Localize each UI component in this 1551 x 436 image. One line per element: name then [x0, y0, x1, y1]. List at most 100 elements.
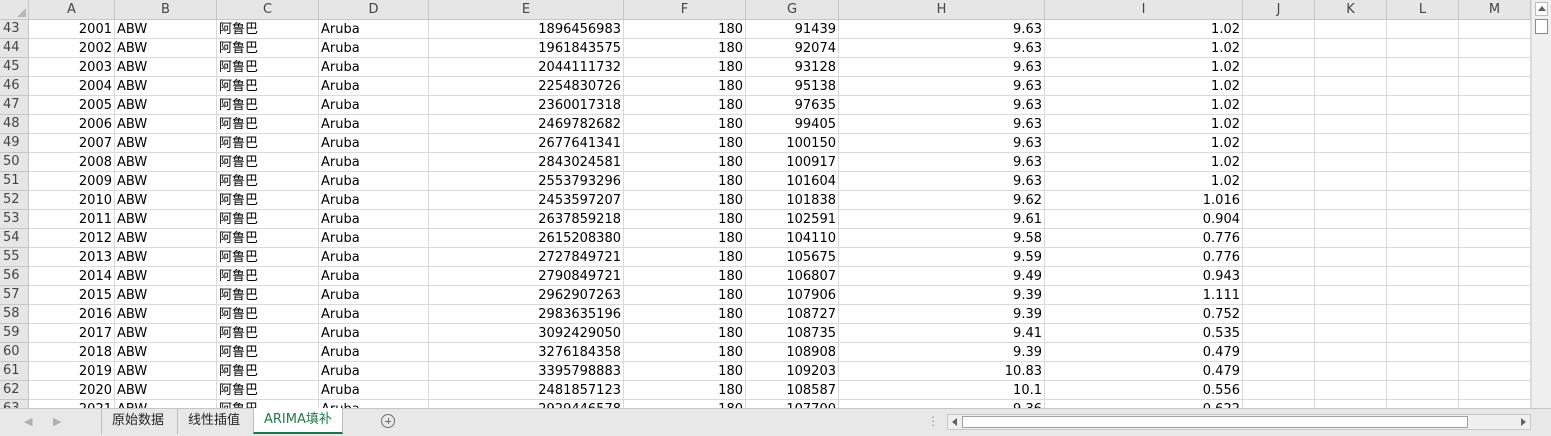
cell-f[interactable]: 180: [624, 77, 746, 96]
cell-g[interactable]: 107906: [746, 286, 839, 305]
row-header[interactable]: 57: [0, 286, 29, 305]
cell-b[interactable]: ABW: [115, 153, 217, 172]
cell-c[interactable]: 阿鲁巴: [217, 172, 319, 191]
add-sheet-icon[interactable]: [381, 414, 395, 428]
cell-f[interactable]: 180: [624, 96, 746, 115]
cell-k[interactable]: [1315, 286, 1387, 305]
cell-k[interactable]: [1315, 172, 1387, 191]
cell-c[interactable]: 阿鲁巴: [217, 362, 319, 381]
cell-h[interactable]: 9.63: [839, 153, 1045, 172]
cell-k[interactable]: [1315, 305, 1387, 324]
row-header[interactable]: 58: [0, 305, 29, 324]
cell-m[interactable]: [1459, 77, 1531, 96]
cell-i[interactable]: 0.776: [1045, 229, 1243, 248]
cell-m[interactable]: [1459, 248, 1531, 267]
cell-b[interactable]: ABW: [115, 134, 217, 153]
cell-k[interactable]: [1315, 400, 1387, 408]
cell-k[interactable]: [1315, 324, 1387, 343]
row-header[interactable]: 43: [0, 20, 29, 39]
cell-h[interactable]: 9.62: [839, 191, 1045, 210]
cell-b[interactable]: ABW: [115, 362, 217, 381]
cell-i[interactable]: 1.02: [1045, 172, 1243, 191]
cell-h[interactable]: 9.36: [839, 400, 1045, 408]
cell-f[interactable]: 180: [624, 229, 746, 248]
cell-b[interactable]: ABW: [115, 77, 217, 96]
cell-h[interactable]: 9.39: [839, 343, 1045, 362]
cell-l[interactable]: [1387, 172, 1459, 191]
cell-d[interactable]: Aruba: [319, 324, 429, 343]
cell-h[interactable]: 9.63: [839, 134, 1045, 153]
cell-e[interactable]: 3092429050: [429, 324, 624, 343]
cell-m[interactable]: [1459, 343, 1531, 362]
cell-j[interactable]: [1243, 77, 1315, 96]
cell-k[interactable]: [1315, 134, 1387, 153]
cell-a[interactable]: 2015: [29, 286, 115, 305]
cell-m[interactable]: [1459, 267, 1531, 286]
scroll-up-arrow-icon[interactable]: [1535, 2, 1548, 16]
cell-l[interactable]: [1387, 305, 1459, 324]
cell-k[interactable]: [1315, 229, 1387, 248]
cell-k[interactable]: [1315, 153, 1387, 172]
cell-k[interactable]: [1315, 210, 1387, 229]
cell-a[interactable]: 2010: [29, 191, 115, 210]
cell-h[interactable]: 9.63: [839, 172, 1045, 191]
cell-h[interactable]: 10.1: [839, 381, 1045, 400]
cell-g[interactable]: 104110: [746, 229, 839, 248]
cell-f[interactable]: 180: [624, 153, 746, 172]
cell-m[interactable]: [1459, 153, 1531, 172]
row-header[interactable]: 50: [0, 153, 29, 172]
row-header[interactable]: 60: [0, 343, 29, 362]
cell-a[interactable]: 2014: [29, 267, 115, 286]
cell-m[interactable]: [1459, 191, 1531, 210]
cell-j[interactable]: [1243, 39, 1315, 58]
sheet-next-arrow-icon[interactable]: ▶: [53, 415, 61, 428]
cell-m[interactable]: [1459, 172, 1531, 191]
cell-j[interactable]: [1243, 20, 1315, 39]
cell-c[interactable]: 阿鲁巴: [217, 400, 319, 408]
cell-e[interactable]: 2360017318: [429, 96, 624, 115]
cell-i[interactable]: 1.02: [1045, 115, 1243, 134]
cell-h[interactable]: 9.63: [839, 39, 1045, 58]
cell-i[interactable]: 1.02: [1045, 96, 1243, 115]
cell-i[interactable]: 0.479: [1045, 343, 1243, 362]
cell-j[interactable]: [1243, 153, 1315, 172]
cell-d[interactable]: Aruba: [319, 210, 429, 229]
cell-b[interactable]: ABW: [115, 39, 217, 58]
cell-h[interactable]: 9.63: [839, 20, 1045, 39]
cell-d[interactable]: Aruba: [319, 305, 429, 324]
cell-b[interactable]: ABW: [115, 267, 217, 286]
cell-g[interactable]: 100917: [746, 153, 839, 172]
cell-h[interactable]: 9.63: [839, 58, 1045, 77]
cell-g[interactable]: 108908: [746, 343, 839, 362]
column-header-k[interactable]: K: [1315, 0, 1387, 19]
cell-e[interactable]: 2615208380: [429, 229, 624, 248]
cell-m[interactable]: [1459, 381, 1531, 400]
cell-b[interactable]: ABW: [115, 191, 217, 210]
cell-e[interactable]: 2843024581: [429, 153, 624, 172]
cell-a[interactable]: 2017: [29, 324, 115, 343]
column-header-l[interactable]: L: [1387, 0, 1459, 19]
cell-k[interactable]: [1315, 381, 1387, 400]
row-header[interactable]: 47: [0, 96, 29, 115]
cell-j[interactable]: [1243, 381, 1315, 400]
cell-i[interactable]: 1.02: [1045, 153, 1243, 172]
row-header[interactable]: 52: [0, 191, 29, 210]
cell-j[interactable]: [1243, 343, 1315, 362]
cell-l[interactable]: [1387, 286, 1459, 305]
column-header-d[interactable]: D: [319, 0, 429, 19]
cell-h[interactable]: 9.63: [839, 96, 1045, 115]
cell-l[interactable]: [1387, 267, 1459, 286]
sheet-tab-arima-fill[interactable]: ARIMA填补: [253, 408, 343, 434]
row-header[interactable]: 55: [0, 248, 29, 267]
column-header-f[interactable]: F: [624, 0, 746, 19]
cell-i[interactable]: 1.02: [1045, 134, 1243, 153]
cell-f[interactable]: 180: [624, 381, 746, 400]
cell-h[interactable]: 9.39: [839, 305, 1045, 324]
cell-g[interactable]: 102591: [746, 210, 839, 229]
cell-e[interactable]: 1896456983: [429, 20, 624, 39]
cell-d[interactable]: Aruba: [319, 20, 429, 39]
cell-g[interactable]: 95138: [746, 77, 839, 96]
cell-b[interactable]: ABW: [115, 210, 217, 229]
cell-k[interactable]: [1315, 58, 1387, 77]
cell-j[interactable]: [1243, 229, 1315, 248]
